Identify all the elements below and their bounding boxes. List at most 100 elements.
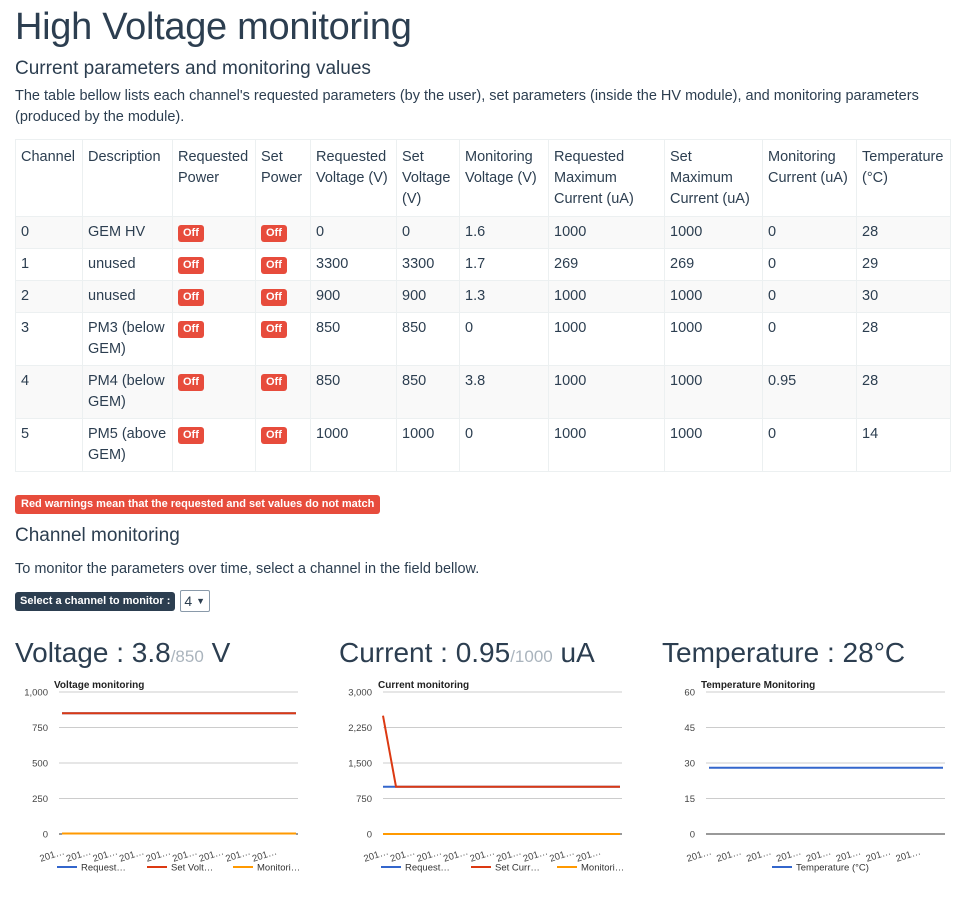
cell-temperature: 14	[856, 418, 951, 472]
y-tick-label: 750	[356, 794, 372, 805]
current-heading: Current : 0.95/1000 uA	[339, 636, 639, 674]
table-row: 2 unused Off Off 900 900 1.3 1000 1000 0 30	[15, 280, 951, 313]
cell-monitoring-current: 0	[762, 312, 857, 366]
cell-set-voltage: 850	[396, 365, 460, 419]
x-tick-label: 201…	[685, 846, 713, 864]
cell-set-power: Off	[255, 280, 311, 313]
legend-label: Temperature (°C)	[796, 863, 869, 874]
temperature-unit: °C	[873, 637, 906, 668]
current-chart: Current monitoring 0 750 1,500 2,250 3,000 201…	[348, 680, 624, 874]
voltage-heading: Voltage : 3.8/850 V	[15, 636, 315, 674]
cell-requested-max-current: 1000	[548, 365, 665, 419]
cell-description: PM3 (below GEM)	[82, 312, 173, 366]
cell-monitoring-voltage: 3.8	[459, 365, 549, 419]
monitoring-panels: Voltage : 3.8/850 V Voltage monitoring 0 2…	[15, 636, 950, 896]
legend-label: Monitori…	[581, 863, 624, 874]
x-tick-label: 201…	[224, 846, 252, 864]
requested-power-badge: Off	[178, 374, 204, 392]
current-unit: uA	[552, 637, 595, 668]
chart-title: Temperature Monitoring	[701, 680, 815, 691]
y-tick-label: 1,000	[24, 688, 48, 699]
cell-set-voltage: 0	[396, 216, 460, 249]
cell-temperature: 28	[856, 365, 951, 419]
y-tick-label: 1,500	[348, 759, 372, 770]
cell-set-max-current: 1000	[664, 216, 763, 249]
cell-set-voltage: 850	[396, 312, 460, 366]
y-tick-label: 500	[32, 759, 48, 770]
cell-set-power: Off	[255, 248, 311, 281]
set-power-badge: Off	[261, 225, 287, 243]
cell-set-max-current: 1000	[664, 418, 763, 472]
cell-monitoring-current: 0	[762, 248, 857, 281]
cell-set-power: Off	[255, 365, 311, 419]
cell-monitoring-current: 0	[762, 216, 857, 249]
x-tick-label: 201…	[145, 846, 173, 864]
y-tick-label: 2,250	[348, 723, 372, 734]
cell-monitoring-current: 0	[762, 418, 857, 472]
cell-requested-max-current: 269	[548, 248, 665, 281]
temperature-panel: Temperature : 28°C Temperature Monitorin…	[662, 636, 962, 874]
set-power-badge: Off	[261, 427, 287, 445]
table-row: 1 unused Off Off 3300 3300 1.7 269 269 0 29	[15, 248, 951, 281]
cell-temperature: 28	[856, 216, 951, 249]
cell-requested-max-current: 1000	[548, 216, 665, 249]
requested-power-badge: Off	[178, 321, 204, 339]
set-power-badge: Off	[261, 257, 287, 275]
cell-set-voltage: 900	[396, 280, 460, 313]
current-limit: /1000	[510, 647, 553, 666]
cell-set-max-current: 1000	[664, 312, 763, 366]
col-requested-max-current: Requested Maximum Current (uA)	[548, 139, 665, 217]
y-tick-label: 0	[690, 830, 695, 841]
col-description: Description	[82, 139, 173, 217]
y-tick-label: 60	[684, 688, 695, 699]
current-panel: Current : 0.95/1000 uA Current monitorin…	[339, 636, 639, 874]
cell-set-power: Off	[255, 216, 311, 249]
cell-monitoring-voltage: 1.3	[459, 280, 549, 313]
temperature-label: Temperature :	[662, 637, 843, 668]
cell-set-power: Off	[255, 312, 311, 366]
legend-label: Monitori…	[257, 863, 300, 874]
cell-temperature: 30	[856, 280, 951, 313]
x-tick-label: 201…	[362, 846, 390, 864]
monitoring-description: To monitor the parameters over time, sel…	[15, 561, 480, 577]
voltage-limit: /850	[170, 647, 204, 666]
page: High Voltage monitoring Current paramete…	[0, 4, 965, 896]
cell-requested-power: Off	[172, 248, 256, 281]
requested-power-badge: Off	[178, 289, 204, 307]
cell-requested-voltage: 1000	[310, 418, 397, 472]
x-tick-label: 201…	[38, 846, 66, 864]
requested-power-badge: Off	[178, 257, 204, 275]
cell-requested-voltage: 900	[310, 280, 397, 313]
channel-selector-row: Select a channel to monitor : 4 ▼	[15, 590, 950, 612]
legend-label: Set Curr…	[495, 863, 540, 874]
cell-requested-max-current: 1000	[548, 418, 665, 472]
x-tick-label: 201…	[745, 846, 773, 864]
legend-label: Request…	[405, 863, 450, 874]
y-tick-label: 45	[684, 723, 695, 734]
table-description: The table bellow lists each channel's re…	[15, 88, 919, 125]
y-tick-label: 15	[684, 794, 695, 805]
cell-requested-power: Off	[172, 280, 256, 313]
cell-channel: 3	[15, 312, 83, 366]
cell-requested-voltage: 850	[310, 312, 397, 366]
cell-set-voltage: 3300	[396, 248, 460, 281]
x-tick-label: 201…	[469, 846, 497, 864]
cell-requested-power: Off	[172, 365, 256, 419]
cell-channel: 0	[15, 216, 83, 249]
cell-temperature: 28	[856, 312, 951, 366]
temperature-value: 28	[842, 637, 874, 668]
cell-requested-voltage: 0	[310, 216, 397, 249]
voltage-unit: V	[203, 637, 231, 668]
set-power-badge: Off	[261, 321, 287, 339]
y-tick-label: 750	[32, 723, 48, 734]
cell-channel: 4	[15, 365, 83, 419]
cell-set-max-current: 1000	[664, 365, 763, 419]
voltage-label: Voltage :	[15, 637, 132, 668]
cell-channel: 5	[15, 418, 83, 472]
cell-description: GEM HV	[82, 216, 173, 249]
y-tick-label: 0	[367, 830, 372, 841]
legend-label: Set Volt…	[171, 863, 213, 874]
current-label: Current :	[339, 637, 456, 668]
channel-select[interactable]: 4 ▼	[180, 590, 211, 612]
channel-select-label: Select a channel to monitor :	[15, 591, 176, 611]
